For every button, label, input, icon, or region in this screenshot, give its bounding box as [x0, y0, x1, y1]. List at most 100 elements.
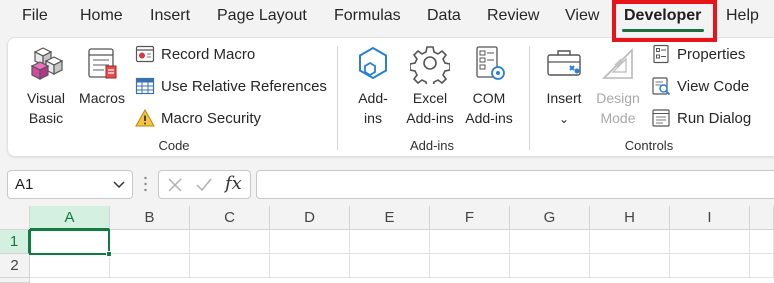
tab-developer[interactable]: Developer	[624, 7, 701, 25]
record-macro-icon	[135, 45, 155, 63]
run-dialog-label: Run Dialog	[677, 109, 752, 127]
column-header-a[interactable]: A	[30, 206, 110, 230]
column-header-d[interactable]: D	[270, 206, 350, 230]
cell[interactable]	[270, 254, 350, 278]
com-addins-label-line2: Add-ins	[465, 110, 513, 126]
row-header-2[interactable]: 2	[0, 254, 30, 278]
tab-formulas[interactable]: Formulas	[334, 7, 401, 25]
tab-insert[interactable]: Insert	[150, 7, 190, 25]
menu-bar: File Home Insert Page Layout Formulas Da…	[0, 0, 774, 34]
macro-security-button[interactable]: Macro Security	[135, 106, 261, 130]
addins-button[interactable]: Add- ins	[350, 44, 396, 128]
cell[interactable]	[750, 230, 774, 254]
toolbox-icon	[547, 50, 581, 76]
name-box-value: A1	[15, 176, 34, 193]
design-mode-label-line2: Mode	[600, 110, 636, 126]
com-addins-label-line1: COM	[472, 90, 506, 106]
run-dialog-icon	[652, 109, 670, 127]
chevron-down-icon[interactable]	[112, 177, 126, 191]
view-code-icon	[652, 77, 671, 96]
cell[interactable]	[270, 230, 350, 254]
tab-file[interactable]: File	[22, 7, 48, 25]
excel-addins-button[interactable]: Excel Add-ins	[401, 44, 459, 128]
com-addins-icon	[476, 46, 505, 80]
macro-security-label: Macro Security	[161, 109, 262, 127]
cell[interactable]	[430, 254, 510, 278]
column-header-g[interactable]: G	[510, 206, 590, 230]
record-macro-button[interactable]: Record Macro	[135, 42, 255, 66]
column-header-e[interactable]: E	[350, 206, 430, 230]
warning-icon	[135, 108, 155, 127]
insert-function-icon[interactable]: fx	[225, 173, 242, 194]
excel-addins-label-line1: Excel	[412, 90, 448, 106]
cell[interactable]	[670, 254, 750, 278]
formula-buttons: fx	[158, 170, 251, 199]
use-relative-references-label: Use Relative References	[161, 77, 327, 95]
column-header-i[interactable]: I	[670, 206, 750, 230]
column-header-c[interactable]: C	[190, 206, 270, 230]
macros-button[interactable]: Macros	[76, 44, 128, 108]
excel-addins-label-line2: Add-ins	[406, 110, 454, 126]
cell[interactable]	[190, 230, 270, 254]
ribbon-separator	[337, 46, 338, 150]
column-header-partial[interactable]	[750, 206, 774, 230]
cell[interactable]	[110, 254, 190, 278]
tab-view[interactable]: View	[565, 7, 599, 25]
view-code-button[interactable]: View Code	[651, 74, 749, 98]
record-macro-label: Record Macro	[161, 45, 256, 63]
code-group-label: Code	[158, 138, 190, 153]
cell[interactable]	[350, 230, 430, 254]
cell[interactable]	[510, 230, 590, 254]
cell[interactable]	[590, 230, 670, 254]
hexagon-icon	[359, 46, 387, 80]
active-tab-indicator	[622, 29, 704, 32]
fill-handle[interactable]	[106, 251, 112, 257]
tab-home[interactable]: Home	[80, 7, 123, 25]
select-all-corner[interactable]	[0, 206, 30, 230]
relative-references-icon	[135, 77, 155, 95]
name-box[interactable]: A1	[7, 170, 133, 199]
formula-input[interactable]	[256, 170, 774, 199]
visual-basic-label-line1: Visual	[27, 90, 65, 106]
design-mode-icon	[602, 48, 633, 79]
cell[interactable]	[190, 254, 270, 278]
macros-label: Macros	[79, 90, 125, 106]
insert-controls-button[interactable]: Insert ⌄	[541, 44, 587, 129]
view-code-label: View Code	[677, 77, 750, 95]
formula-bar-grip-icon[interactable]	[144, 176, 147, 192]
com-addins-button[interactable]: COM Add-ins	[460, 44, 518, 128]
design-mode-button[interactable]: Design Mode	[592, 44, 644, 128]
tab-page-layout[interactable]: Page Layout	[217, 7, 307, 25]
run-dialog-button[interactable]: Run Dialog	[651, 106, 751, 130]
cell[interactable]	[350, 254, 430, 278]
cancel-icon[interactable]	[167, 177, 183, 193]
chevron-down-icon: ⌄	[558, 112, 570, 126]
visual-basic-label-line2: Basic	[28, 110, 64, 126]
column-header-b[interactable]: B	[110, 206, 190, 230]
controls-group-label: Controls	[624, 138, 674, 153]
cell[interactable]	[750, 254, 774, 278]
macros-icon	[88, 48, 117, 79]
column-header-h[interactable]: H	[590, 206, 670, 230]
visual-basic-button[interactable]: Visual Basic	[20, 44, 72, 128]
visual-basic-icon	[30, 47, 64, 80]
cell[interactable]	[430, 230, 510, 254]
addins-label-line1: Add-	[358, 90, 388, 106]
cell[interactable]	[30, 254, 110, 278]
properties-icon	[653, 44, 669, 64]
cell[interactable]	[670, 230, 750, 254]
tab-review[interactable]: Review	[487, 7, 539, 25]
enter-check-icon[interactable]	[195, 177, 213, 193]
gear-icon	[410, 46, 450, 84]
tab-help[interactable]: Help	[726, 7, 759, 25]
use-relative-references-button[interactable]: Use Relative References	[135, 74, 327, 98]
cell[interactable]	[510, 254, 590, 278]
properties-button[interactable]: Properties	[651, 42, 745, 66]
column-header-f[interactable]: F	[430, 206, 510, 230]
active-cell-a1[interactable]	[29, 229, 110, 255]
tab-data[interactable]: Data	[427, 7, 461, 25]
row-header-partial[interactable]	[0, 278, 30, 283]
cell[interactable]	[110, 230, 190, 254]
cell[interactable]	[590, 254, 670, 278]
row-header-1[interactable]: 1	[0, 230, 30, 254]
